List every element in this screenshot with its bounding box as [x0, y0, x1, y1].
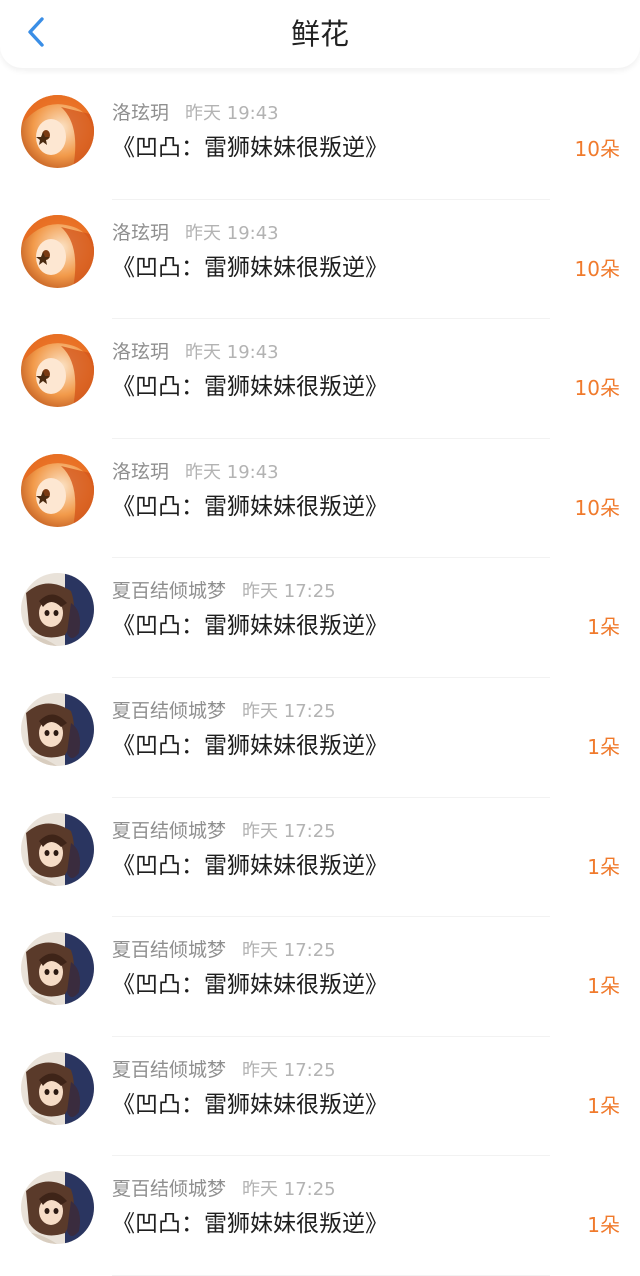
timestamp: 昨天 17:25 [242, 940, 336, 962]
user-name: 洛玹玥 昨天 19:43 [112, 220, 279, 247]
work-title: 《凹凸：雷狮妹妹很叛逆》 [112, 254, 388, 281]
dark-hair-avatar[interactable] [21, 932, 94, 1006]
timestamp: 昨天 19:43 [185, 222, 279, 244]
work-title: 《凹凸：雷狮妹妹很叛逆》 [112, 493, 388, 520]
list-item[interactable]: 夏百结倾城梦 昨天 17:25 《凹凸：雷狮妹妹很叛逆》 1朵 [0, 678, 640, 798]
dark-hair-avatar[interactable] [21, 573, 94, 647]
flower-count: 10朵 [574, 137, 620, 161]
flower-count: 1朵 [587, 1093, 620, 1118]
user-name-text: 夏百结倾城梦 [112, 699, 227, 722]
user-name: 洛玹玥 昨天 19:43 [112, 459, 279, 486]
flower-record-list: 洛玹玥 昨天 19:43 《凹凸：雷狮妹妹很叛逆》 10朵 洛玹玥 昨天 19:43… [0, 80, 640, 1276]
list-item[interactable]: 夏百结倾城梦 昨天 17:25 《凹凸：雷狮妹妹很叛逆》 1朵 [0, 917, 640, 1037]
list-item[interactable]: 夏百结倾城梦 昨天 17:25 《凹凸：雷狮妹妹很叛逆》 1朵 [0, 798, 640, 918]
flower-count: 10朵 [574, 495, 620, 520]
top-nav-bar: 鲜花 [0, 0, 640, 68]
timestamp: 昨天 17:25 [242, 820, 336, 842]
timestamp: 昨天 19:43 [185, 461, 279, 483]
flower-count: 1朵 [587, 854, 620, 879]
work-title: 《凹凸：雷狮妹妹很叛逆》 [112, 1211, 388, 1238]
timestamp: 昨天 17:25 [242, 1179, 336, 1201]
work-title: 《凹凸：雷狮妹妹很叛逆》 [112, 852, 388, 879]
user-name: 洛玹玥 昨天 19:43 [112, 100, 279, 127]
work-title: 《凹凸：雷狮妹妹很叛逆》 [112, 1091, 388, 1118]
list-item[interactable]: 夏百结倾城梦 昨天 17:25 《凹凸：雷狮妹妹很叛逆》 1朵 [0, 1037, 640, 1157]
timestamp: 昨天 17:25 [242, 581, 336, 603]
list-item[interactable]: 夏百结倾城梦 昨天 17:25 《凹凸：雷狮妹妹很叛逆》 1朵 [0, 558, 640, 678]
user-name-text: 夏百结倾城梦 [112, 1178, 227, 1201]
dark-hair-avatar[interactable] [21, 1171, 94, 1245]
user-name-text: 洛玹玥 [112, 102, 170, 124]
list-item[interactable]: 洛玹玥 昨天 19:43 《凹凸：雷狮妹妹很叛逆》 10朵 [0, 319, 640, 439]
orange-hair-avatar[interactable] [21, 214, 94, 288]
flower-count: 1朵 [587, 734, 620, 759]
user-name: 夏百结倾城梦 昨天 17:25 [112, 1176, 336, 1203]
dark-hair-avatar[interactable] [21, 1051, 94, 1125]
dark-hair-avatar[interactable] [21, 692, 94, 766]
user-name-text: 洛玹玥 [112, 221, 170, 244]
user-name-text: 夏百结倾城梦 [112, 1058, 227, 1081]
flower-count: 10朵 [574, 256, 620, 281]
user-name-text: 洛玹玥 [112, 460, 170, 483]
user-name: 夏百结倾城梦 昨天 17:25 [112, 937, 336, 964]
page-title: 鲜花 [290, 17, 349, 51]
user-name-text: 夏百结倾城梦 [112, 819, 227, 842]
user-name-text: 洛玹玥 [112, 341, 170, 364]
user-name-text: 夏百结倾城梦 [112, 580, 227, 603]
flower-count: 1朵 [587, 1213, 620, 1238]
list-item[interactable]: 洛玹玥 昨天 19:43 《凹凸：雷狮妹妹很叛逆》 10朵 [0, 439, 640, 559]
user-name: 夏百结倾城梦 昨天 17:25 [112, 698, 336, 725]
user-name: 夏百结倾城梦 昨天 17:25 [112, 1057, 336, 1084]
dark-hair-avatar[interactable] [21, 812, 94, 886]
flower-count: 1朵 [587, 615, 620, 640]
timestamp: 昨天 19:43 [185, 103, 279, 124]
list-item[interactable]: 洛玹玥 昨天 19:43 《凹凸：雷狮妹妹很叛逆》 10朵 [0, 200, 640, 320]
work-title: 《凹凸：雷狮妹妹很叛逆》 [112, 613, 388, 640]
user-name: 洛玹玥 昨天 19:43 [112, 339, 279, 366]
work-title: 《凹凸：雷狮妹妹很叛逆》 [112, 732, 388, 759]
flower-count: 1朵 [587, 974, 620, 999]
timestamp: 昨天 19:43 [185, 342, 279, 364]
list-item[interactable]: 洛玹玥 昨天 19:43 《凹凸：雷狮妹妹很叛逆》 10朵 [0, 80, 640, 200]
user-name: 夏百结倾城梦 昨天 17:25 [112, 578, 336, 605]
orange-hair-avatar[interactable] [21, 95, 94, 168]
user-name: 夏百结倾城梦 昨天 17:25 [112, 818, 336, 845]
timestamp: 昨天 17:25 [242, 1059, 336, 1081]
timestamp: 昨天 17:25 [242, 700, 336, 722]
work-title: 《凹凸：雷狮妹妹很叛逆》 [112, 374, 388, 401]
orange-hair-avatar[interactable] [21, 334, 94, 408]
orange-hair-avatar[interactable] [21, 453, 94, 527]
work-title: 《凹凸：雷狮妹妹很叛逆》 [112, 972, 388, 999]
flower-count: 10朵 [574, 376, 620, 401]
user-name-text: 夏百结倾城梦 [112, 939, 227, 962]
list-item[interactable]: 夏百结倾城梦 昨天 17:25 《凹凸：雷狮妹妹很叛逆》 1朵 [0, 1156, 640, 1276]
work-title: 《凹凸：雷狮妹妹很叛逆》 [112, 135, 388, 161]
